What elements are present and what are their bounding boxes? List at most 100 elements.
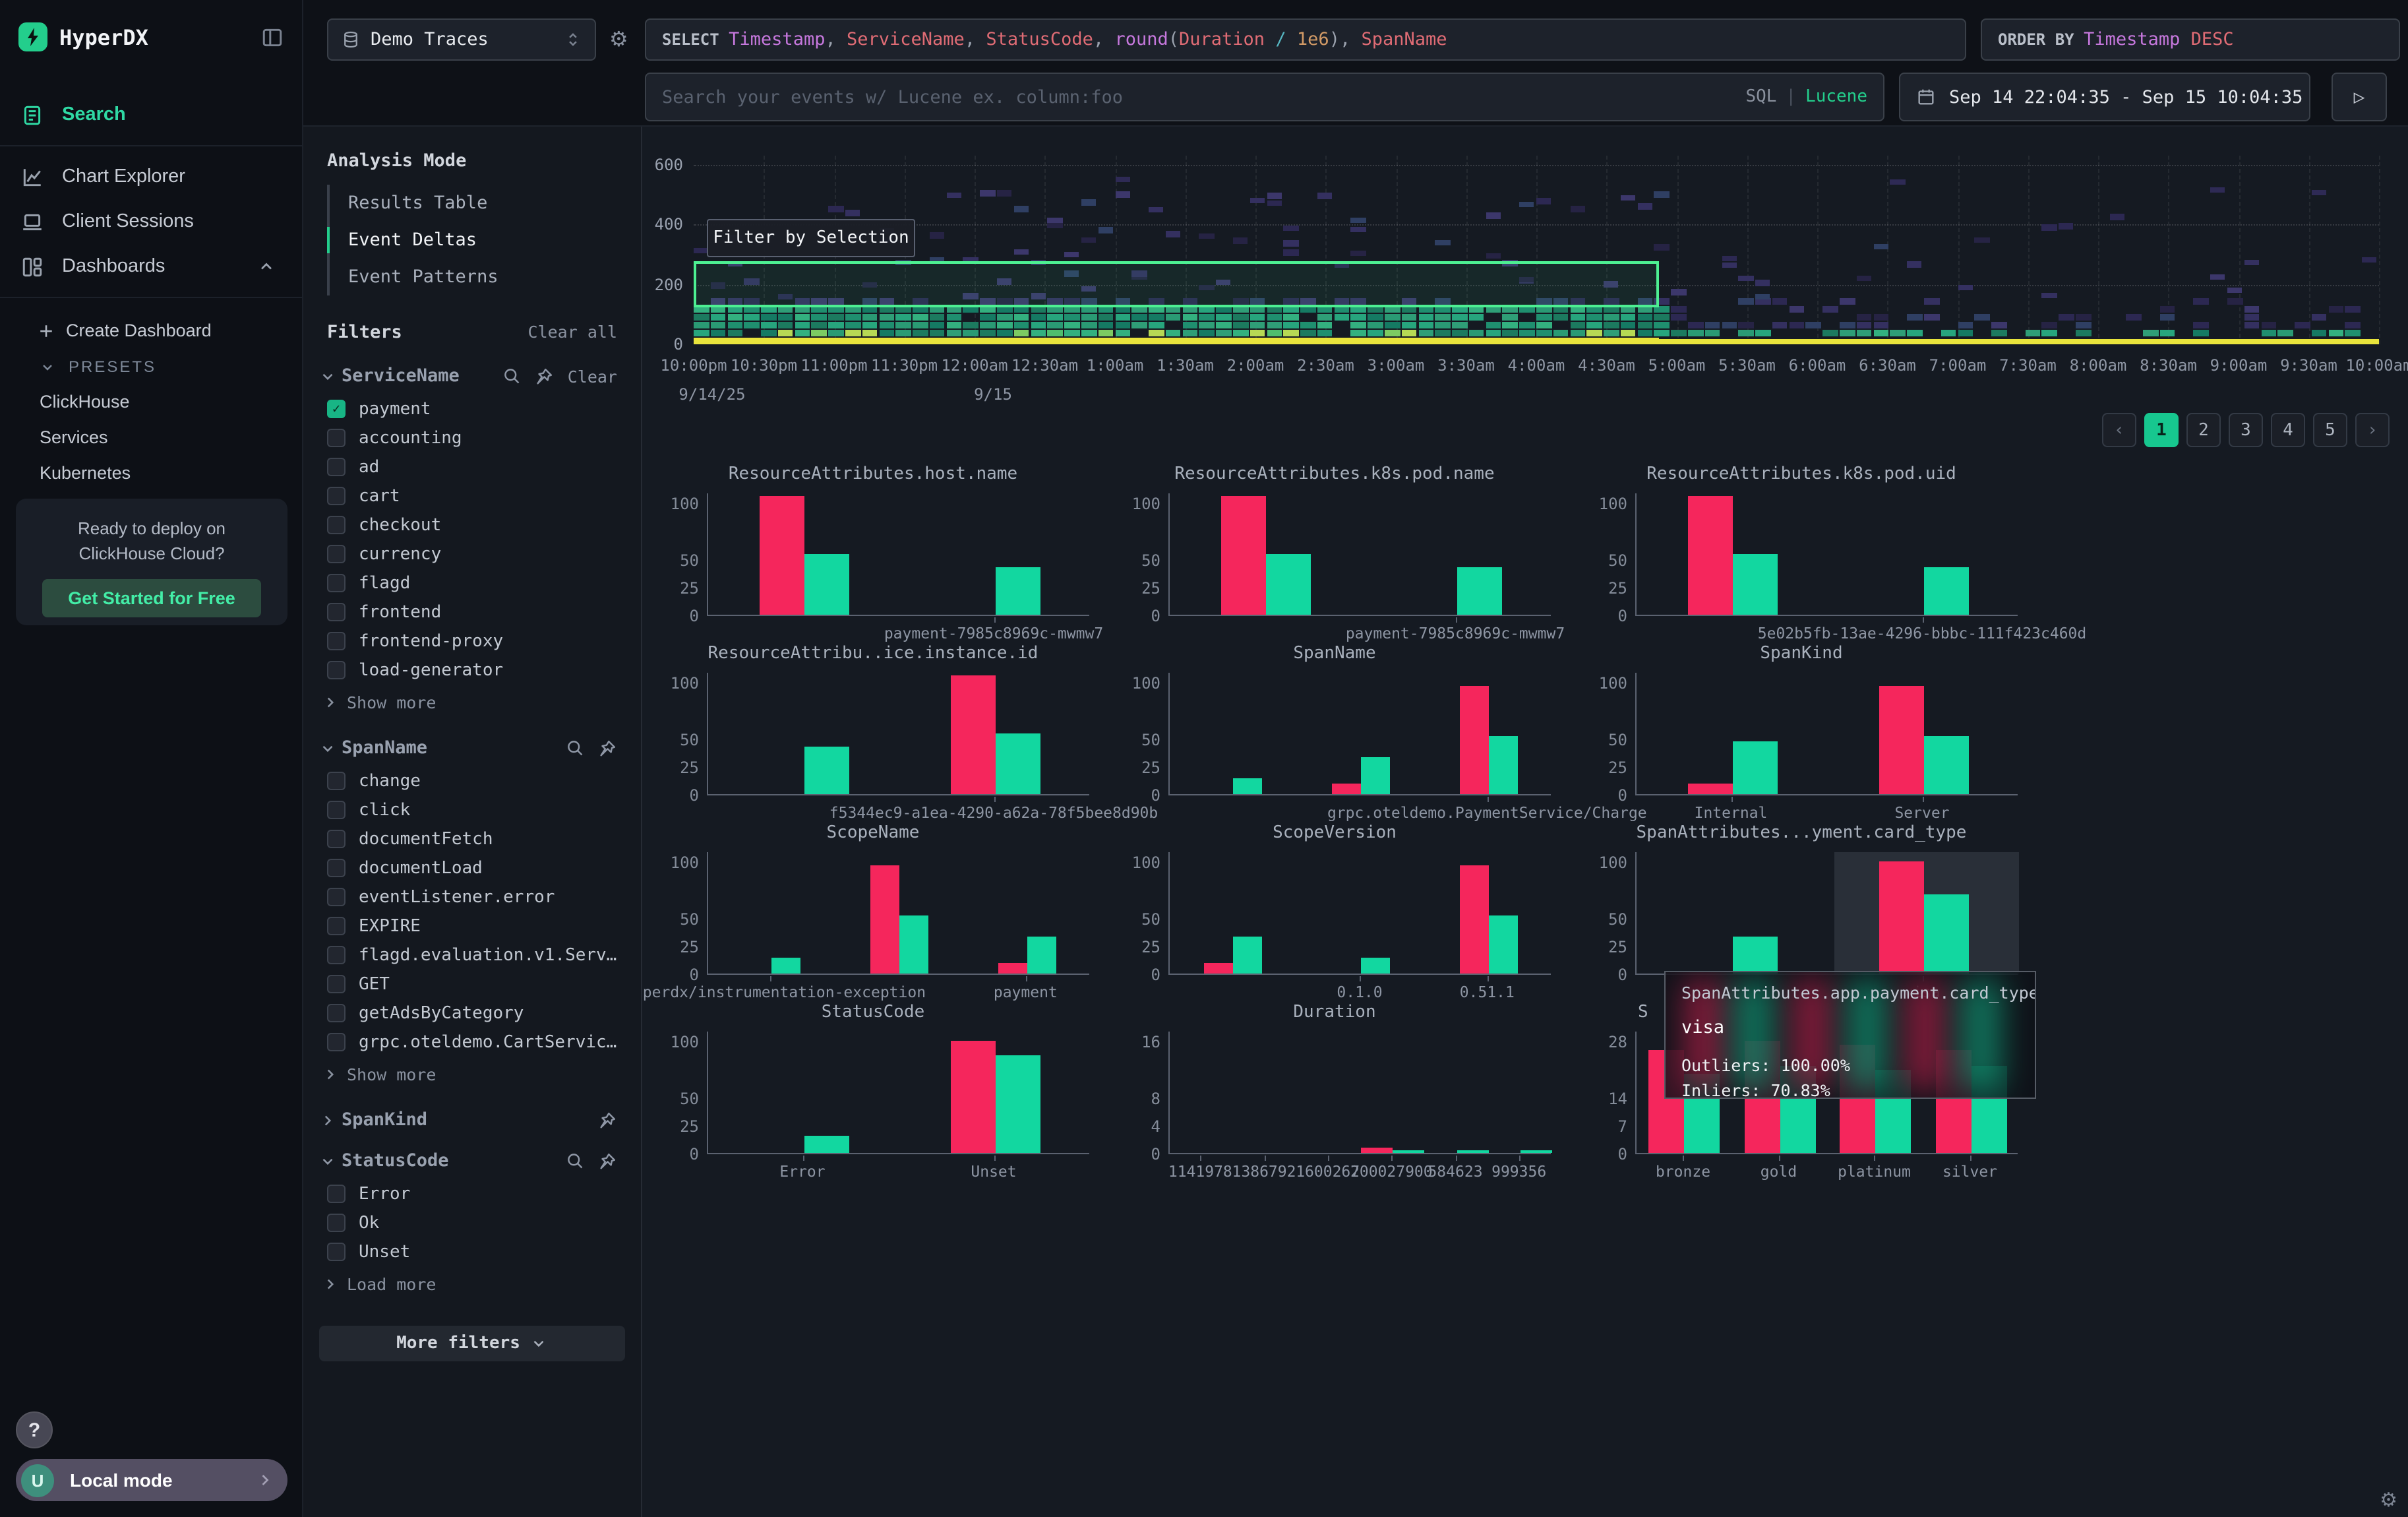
get-started-button[interactable]: Get Started for Free: [42, 579, 261, 617]
pagination-page-3[interactable]: 3: [2229, 413, 2263, 447]
mini-chart-5[interactable]: SpanKind10050250InternalServer: [1572, 644, 2031, 820]
filter-option-expire[interactable]: EXPIRE: [303, 912, 641, 941]
clear-all-button[interactable]: Clear all: [528, 322, 617, 342]
checkbox[interactable]: [327, 603, 346, 621]
more-filters-button[interactable]: More filters: [319, 1326, 625, 1361]
search-input[interactable]: Search your events w/ Lucene ex. column:…: [645, 73, 1884, 121]
filter-section-header-servicename[interactable]: ServiceNameClear: [303, 354, 641, 394]
pagination-prev-button[interactable]: ‹: [2102, 413, 2136, 447]
checkbox[interactable]: [327, 516, 346, 534]
pagination-page-4[interactable]: 4: [2271, 413, 2305, 447]
show-more-button[interactable]: Show more: [303, 1057, 641, 1098]
filter-option-flagd[interactable]: flagd: [303, 569, 641, 598]
sidebar-item-client-sessions[interactable]: Client Sessions: [0, 199, 302, 244]
filter-option-get[interactable]: GET: [303, 970, 641, 999]
filter-section-header-spankind[interactable]: SpanKind: [303, 1098, 641, 1138]
analysis-mode-event-patterns[interactable]: Event Patterns: [330, 259, 641, 295]
sidebar-item-chart-explorer[interactable]: Chart Explorer: [0, 154, 302, 199]
pagination-page-5[interactable]: 5: [2313, 413, 2347, 447]
search-icon[interactable]: [566, 1152, 584, 1170]
filter-option-click[interactable]: click: [303, 795, 641, 824]
checkbox[interactable]: [327, 545, 346, 563]
checkbox[interactable]: [327, 1004, 346, 1022]
run-query-button[interactable]: ▷: [2332, 73, 2387, 121]
clear-filter-button[interactable]: Clear: [568, 366, 617, 386]
presets-toggle[interactable]: PRESETS: [0, 350, 302, 384]
time-range-picker[interactable]: Sep 14 22:04:35 - Sep 15 10:04:35: [1899, 73, 2310, 121]
account-menu[interactable]: U Local mode: [16, 1459, 287, 1501]
pagination-page-1[interactable]: 1: [2144, 413, 2179, 447]
filter-option-flagd-evaluation-v1-serv-[interactable]: flagd.evaluation.v1.Serv…: [303, 941, 641, 970]
pin-icon[interactable]: [597, 1110, 617, 1130]
checkbox[interactable]: [327, 661, 346, 679]
events-heatmap[interactable]: [694, 156, 2379, 344]
filter-option-grpc-oteldemo-cartservic-[interactable]: grpc.oteldemo.CartServic…: [303, 1028, 641, 1057]
checkbox[interactable]: [327, 801, 346, 819]
filter-option-load-generator[interactable]: load-generator: [303, 656, 641, 685]
checkbox[interactable]: [327, 888, 346, 906]
source-settings-gear-icon[interactable]: ⚙: [609, 26, 628, 51]
filter-option-checkout[interactable]: checkout: [303, 511, 641, 540]
order-by-input[interactable]: ORDER BY Timestamp DESC: [1981, 18, 2400, 61]
select-query-input[interactable]: SELECT Timestamp, ServiceName, StatusCod…: [645, 18, 1966, 61]
analysis-mode-event-deltas[interactable]: Event Deltas: [330, 222, 641, 259]
checkbox[interactable]: [327, 574, 346, 592]
mini-chart-4[interactable]: SpanName10050250grpc.oteldemo.PaymentSer…: [1105, 644, 1564, 820]
mini-chart-2[interactable]: ResourceAttributes.k8s.pod.uid100502505e…: [1572, 464, 2031, 641]
checkbox[interactable]: [327, 917, 346, 935]
pagination-next-button[interactable]: ›: [2355, 413, 2390, 447]
sidebar-item-search[interactable]: Search: [0, 92, 302, 137]
filter-by-selection-button[interactable]: Filter by Selection: [707, 219, 915, 257]
load-more-button[interactable]: Load more: [303, 1266, 641, 1307]
mini-chart-3[interactable]: ResourceAttribu..ice.instance.id10050250…: [644, 644, 1102, 820]
filter-section-header-spanname[interactable]: SpanName: [303, 726, 641, 766]
checkbox[interactable]: [327, 1033, 346, 1051]
checkbox[interactable]: [327, 946, 346, 964]
filter-option-eventlistener-error[interactable]: eventListener.error: [303, 882, 641, 912]
checkbox[interactable]: [327, 1185, 346, 1203]
checkbox[interactable]: [327, 487, 346, 505]
search-icon[interactable]: [503, 367, 522, 385]
checkbox-checked[interactable]: ✓: [327, 400, 346, 418]
filter-option-cart[interactable]: cart: [303, 481, 641, 511]
help-button[interactable]: ?: [16, 1411, 53, 1448]
sidebar-item-dashboards[interactable]: Dashboards: [0, 244, 302, 289]
pagination-page-2[interactable]: 2: [2186, 413, 2221, 447]
pin-icon[interactable]: [597, 738, 617, 758]
checkbox[interactable]: [327, 772, 346, 790]
filter-option-ad[interactable]: ad: [303, 452, 641, 481]
mini-chart-9[interactable]: StatusCode10050250ErrorUnset: [644, 1003, 1102, 1179]
preset-dashboard-clickhouse[interactable]: ClickHouse: [0, 384, 302, 419]
filter-option-documentfetch[interactable]: documentFetch: [303, 824, 641, 853]
filter-option-change[interactable]: change: [303, 766, 641, 795]
mini-chart-7[interactable]: ScopeVersion100502500.1.00.51.1: [1105, 823, 1564, 1000]
mode-sql-toggle[interactable]: SQL: [1745, 87, 1776, 107]
filter-option-ok[interactable]: Ok: [303, 1208, 641, 1237]
filter-option-payment[interactable]: ✓payment: [303, 394, 641, 423]
checkbox[interactable]: [327, 1243, 346, 1261]
filter-option-error[interactable]: Error: [303, 1179, 641, 1208]
create-dashboard-button[interactable]: Create Dashboard: [0, 311, 302, 350]
pin-icon[interactable]: [535, 366, 555, 386]
preset-dashboard-kubernetes[interactable]: Kubernetes: [0, 455, 302, 491]
show-more-button[interactable]: Show more: [303, 685, 641, 726]
page-settings-gear-icon[interactable]: ⚙: [2380, 1488, 2397, 1512]
checkbox[interactable]: [327, 632, 346, 650]
source-select[interactable]: Demo Traces: [327, 18, 596, 61]
filter-option-frontend-proxy[interactable]: frontend-proxy: [303, 627, 641, 656]
checkbox[interactable]: [327, 429, 346, 447]
filter-option-currency[interactable]: currency: [303, 540, 641, 569]
pin-icon[interactable]: [597, 1151, 617, 1171]
checkbox[interactable]: [327, 1214, 346, 1232]
checkbox[interactable]: [327, 975, 346, 993]
heatmap-selection-rect[interactable]: [694, 261, 1659, 307]
checkbox[interactable]: [327, 859, 346, 877]
mode-lucene-toggle[interactable]: Lucene: [1805, 87, 1867, 107]
preset-dashboard-services[interactable]: Services: [0, 419, 302, 455]
mini-chart-6[interactable]: ScopeName10050250@hyperdx/instrumentatio…: [644, 823, 1102, 1000]
sidebar-collapse-icon[interactable]: [261, 26, 284, 48]
filter-option-documentload[interactable]: documentLoad: [303, 853, 641, 882]
mini-chart-0[interactable]: ResourceAttributes.host.name10050250paym…: [644, 464, 1102, 641]
filter-section-header-statuscode[interactable]: StatusCode: [303, 1138, 641, 1179]
analysis-mode-results-table[interactable]: Results Table: [330, 185, 641, 222]
